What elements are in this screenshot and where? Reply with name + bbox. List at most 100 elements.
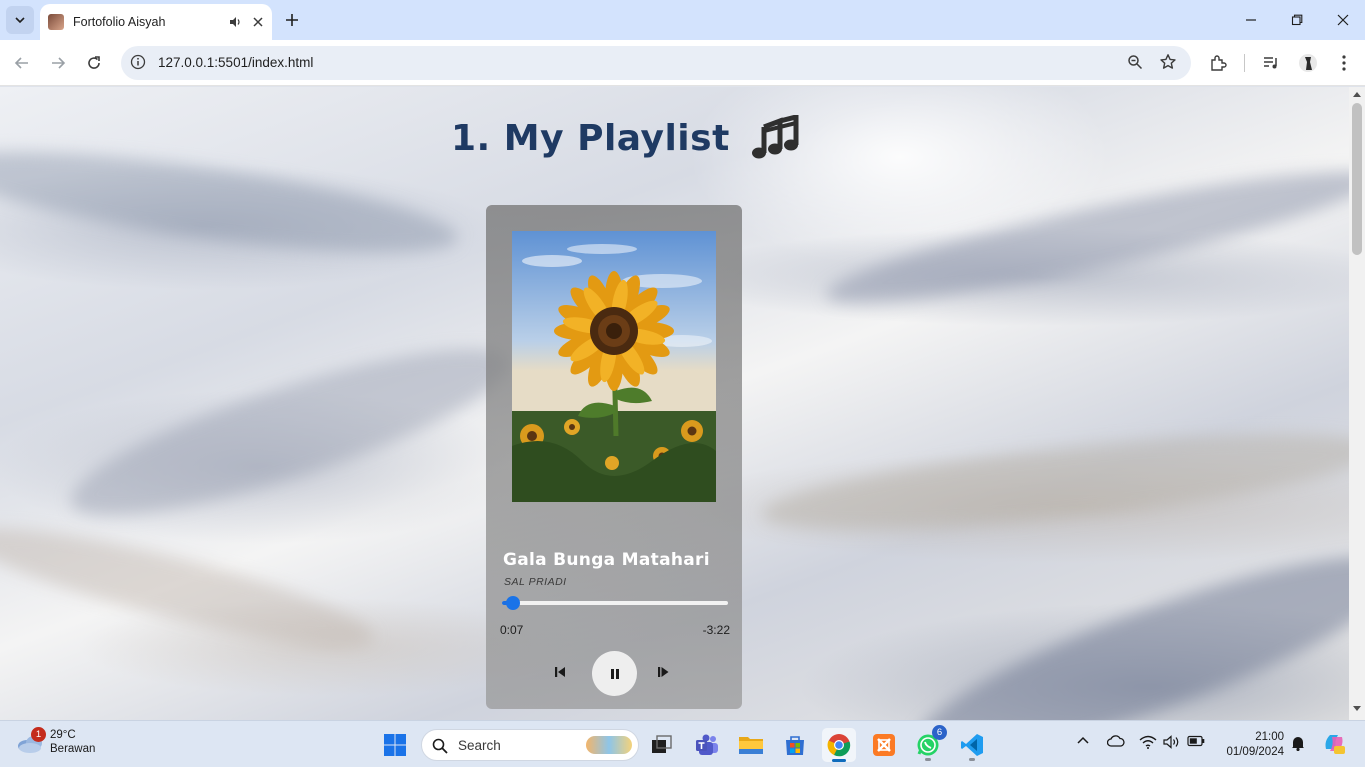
address-bar[interactable]: 127.0.0.1:5501/index.html — [121, 46, 1191, 80]
tab-search-button[interactable] — [6, 6, 34, 34]
battery-icon[interactable] — [1187, 735, 1205, 747]
search-icon — [432, 738, 448, 754]
wifi-icon[interactable] — [1139, 735, 1157, 749]
music-notes-icon — [751, 115, 800, 161]
teams-icon — [696, 734, 718, 755]
profile-avatar[interactable] — [1297, 52, 1319, 74]
file-explorer-app[interactable] — [734, 728, 768, 762]
close-icon — [1337, 14, 1349, 26]
progress-slider[interactable] — [502, 596, 728, 610]
windows-logo-icon — [384, 734, 406, 756]
song-title: Gala Bunga Matahari — [503, 550, 710, 570]
weather-badge: 1 — [31, 727, 46, 742]
store-icon — [786, 736, 804, 755]
elapsed-time: 0:07 — [500, 623, 524, 637]
weather-widget[interactable]: 1 29°C Berawan — [16, 727, 96, 756]
tab-title: Fortofolio Aisyah — [73, 15, 166, 29]
new-tab-button[interactable] — [280, 8, 304, 32]
whatsapp-app[interactable]: 6 — [911, 725, 947, 762]
next-button[interactable] — [656, 665, 670, 679]
minimize-button[interactable] — [1228, 0, 1274, 40]
cloud-icon: 1 — [16, 727, 46, 755]
progress-thumb[interactable] — [506, 596, 521, 610]
toolbar-separator — [1244, 54, 1245, 72]
restore-button[interactable] — [1274, 0, 1320, 40]
reload-icon — [88, 56, 100, 69]
pause-icon — [610, 668, 619, 679]
close-window-button[interactable] — [1320, 0, 1365, 40]
speaker-icon[interactable] — [228, 15, 242, 29]
chevron-down-icon — [15, 17, 25, 24]
forward-button[interactable] — [45, 50, 71, 76]
microsoft-store-app[interactable] — [778, 728, 812, 762]
xampp-icon — [873, 734, 895, 756]
site-info-icon[interactable] — [130, 54, 146, 70]
previous-button[interactable] — [553, 665, 567, 679]
url-text[interactable]: 127.0.0.1:5501/index.html — [158, 55, 313, 70]
onedrive-cloud-icon[interactable] — [1107, 735, 1125, 747]
chrome-app[interactable] — [822, 728, 856, 762]
playlist-heading: 1. My Playlist — [451, 115, 800, 161]
browser-toolbar: 127.0.0.1:5501/index.html — [0, 40, 1365, 86]
remaining-time: -3:22 — [702, 623, 730, 637]
weather-condition: Berawan — [50, 743, 96, 755]
background-swirl — [57, 318, 523, 546]
close-tab-icon[interactable] — [252, 16, 264, 28]
album-cover — [512, 231, 716, 502]
vscode-icon — [961, 734, 983, 756]
xampp-app[interactable] — [867, 728, 901, 762]
vscode-app[interactable] — [955, 728, 989, 762]
plus-icon — [286, 14, 298, 26]
page-viewport: 1. My Playlist Gala Bunga Matahari SAL P… — [0, 87, 1349, 720]
task-view-icon — [652, 735, 672, 753]
background-swirl — [898, 521, 1349, 720]
weather-temp: 29°C — [50, 729, 76, 741]
music-player-card: Gala Bunga Matahari SAL PRIADI 0:07 -3:2… — [486, 205, 742, 709]
page-title: 1. My Playlist — [451, 117, 730, 159]
taskbar-clock[interactable]: 21:00 01/09/2024 — [1218, 730, 1284, 760]
active-tab[interactable]: Fortofolio Aisyah — [40, 4, 272, 40]
running-app-indicator — [925, 758, 931, 761]
zoom-icon[interactable] — [1127, 54, 1143, 70]
background-swirl — [758, 414, 1349, 550]
scrollbar-thumb[interactable] — [1352, 103, 1362, 255]
media-control-icon[interactable] — [1260, 52, 1282, 74]
arrow-right-icon — [52, 57, 66, 69]
tab-favicon — [48, 14, 64, 30]
active-app-indicator — [832, 759, 846, 762]
minimize-icon — [1246, 19, 1256, 21]
sunflower-image — [512, 231, 716, 502]
taskbar-search[interactable]: Search — [421, 729, 639, 761]
scroll-up-arrow-icon[interactable] — [1353, 91, 1361, 97]
page-scrollbar[interactable] — [1349, 87, 1365, 720]
task-view-button[interactable] — [645, 728, 679, 762]
start-button[interactable] — [378, 728, 412, 762]
arrow-left-icon — [14, 57, 28, 69]
back-button[interactable] — [9, 50, 35, 76]
reload-button[interactable] — [81, 50, 107, 76]
play-pause-button[interactable] — [592, 651, 637, 696]
clock-date: 01/09/2024 — [1226, 746, 1284, 758]
extensions-icon[interactable] — [1207, 52, 1229, 74]
background-swirl — [819, 149, 1349, 325]
show-hidden-icons-chevron-up-icon[interactable] — [1077, 735, 1089, 747]
scroll-down-arrow-icon[interactable] — [1353, 706, 1361, 712]
teams-app[interactable] — [690, 728, 724, 762]
search-label: Search — [458, 738, 501, 753]
volume-icon[interactable] — [1163, 735, 1181, 749]
skip-previous-icon — [555, 667, 565, 677]
folder-icon — [739, 737, 763, 754]
bookmark-star-icon[interactable] — [1159, 53, 1177, 71]
running-app-indicator — [969, 758, 975, 761]
windows-taskbar: 1 29°C Berawan Search 6 21:00 01/09/2024 — [0, 720, 1365, 767]
clock-time: 21:00 — [1255, 731, 1284, 743]
whatsapp-badge: 6 — [932, 725, 947, 740]
song-artist: SAL PRIADI — [504, 576, 567, 588]
copilot-icon[interactable] — [1322, 731, 1346, 755]
kebab-menu-icon[interactable] — [1333, 52, 1355, 74]
search-highlight-image — [586, 736, 632, 754]
restore-icon — [1291, 14, 1303, 26]
notification-bell-icon[interactable] — [1291, 735, 1305, 751]
skip-next-icon — [658, 667, 669, 677]
tab-strip: Fortofolio Aisyah — [0, 0, 1365, 40]
